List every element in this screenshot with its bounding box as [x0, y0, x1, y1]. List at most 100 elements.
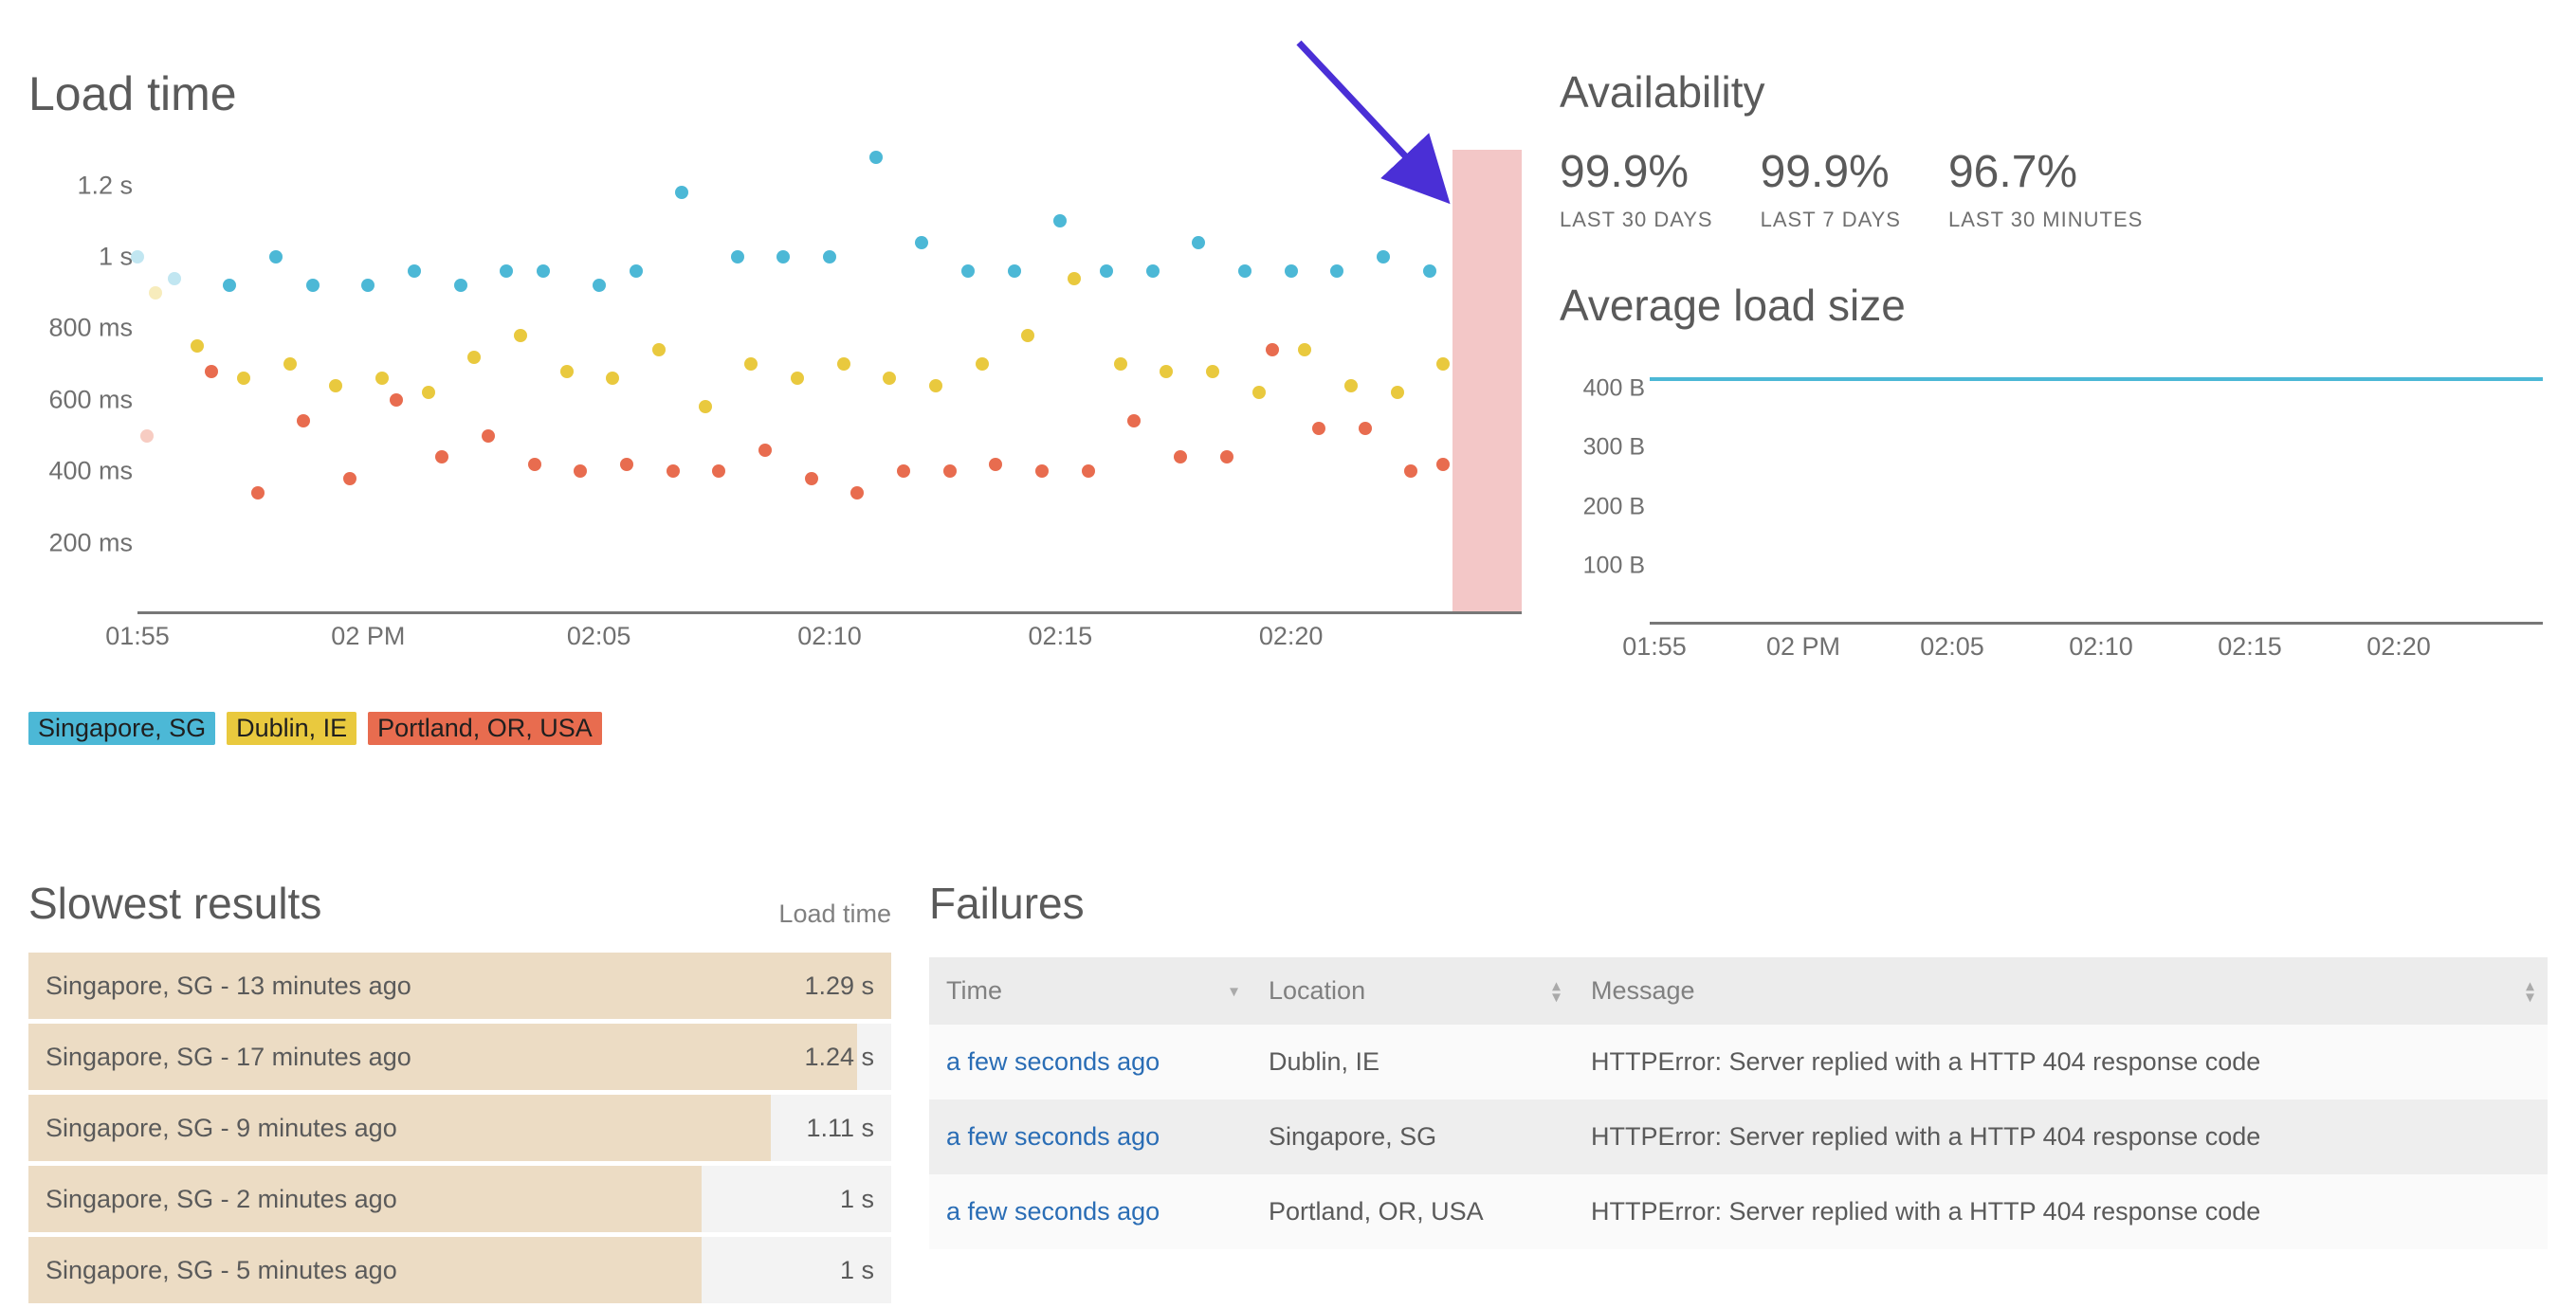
data-point-ie[interactable]: [837, 357, 850, 371]
data-point-ie[interactable]: [606, 372, 619, 385]
failure-row[interactable]: a few seconds agoSingapore, SGHTTPError:…: [929, 1099, 2548, 1174]
data-point-ie[interactable]: [560, 365, 574, 378]
data-point-ie[interactable]: [976, 357, 989, 371]
slowest-row[interactable]: Singapore, SG - 13 minutes ago1.29 s: [28, 953, 891, 1019]
failure-time-link[interactable]: a few seconds ago: [946, 1122, 1160, 1151]
data-point-us[interactable]: [528, 458, 541, 471]
data-point-ie[interactable]: [149, 286, 162, 300]
data-point-ie[interactable]: [791, 372, 804, 385]
data-point-us[interactable]: [897, 464, 910, 478]
data-point-ie[interactable]: [1252, 386, 1266, 399]
legend-dublin[interactable]: Dublin, IE: [227, 712, 356, 745]
failures-header-location[interactable]: Location ▴▾: [1251, 957, 1574, 1025]
data-point-ie[interactable]: [1206, 365, 1219, 378]
data-point-ie[interactable]: [1344, 379, 1358, 392]
data-point-ie[interactable]: [744, 357, 758, 371]
data-point-sg[interactable]: [915, 236, 928, 249]
data-point-us[interactable]: [1359, 422, 1372, 435]
data-point-ie[interactable]: [1114, 357, 1127, 371]
slowest-row[interactable]: Singapore, SG - 2 minutes ago1 s: [28, 1166, 891, 1232]
data-point-us[interactable]: [1174, 450, 1187, 463]
data-point-ie[interactable]: [1068, 272, 1081, 285]
data-point-us[interactable]: [850, 486, 864, 500]
data-point-us[interactable]: [1436, 458, 1450, 471]
data-point-us[interactable]: [758, 444, 772, 457]
data-point-us[interactable]: [343, 472, 356, 485]
slowest-row[interactable]: Singapore, SG - 9 minutes ago1.11 s: [28, 1095, 891, 1161]
data-point-sg[interactable]: [823, 250, 836, 263]
slowest-row[interactable]: Singapore, SG - 5 minutes ago1 s: [28, 1237, 891, 1303]
data-point-us[interactable]: [435, 450, 448, 463]
data-point-ie[interactable]: [422, 386, 435, 399]
data-point-us[interactable]: [205, 365, 218, 378]
data-point-ie[interactable]: [652, 343, 666, 356]
data-point-us[interactable]: [1127, 414, 1141, 427]
data-point-ie[interactable]: [1160, 365, 1173, 378]
data-point-ie[interactable]: [1436, 357, 1450, 371]
data-point-ie[interactable]: [1021, 329, 1034, 342]
data-point-sg[interactable]: [776, 250, 790, 263]
data-point-us[interactable]: [667, 464, 680, 478]
data-point-sg[interactable]: [869, 151, 883, 164]
data-point-us[interactable]: [620, 458, 633, 471]
data-point-us[interactable]: [251, 486, 265, 500]
avg-load-size-chart[interactable]: 400 B300 B200 B100 B: [1555, 359, 2548, 625]
data-point-us[interactable]: [574, 464, 587, 478]
data-point-sg[interactable]: [1192, 236, 1205, 249]
data-point-sg[interactable]: [269, 250, 283, 263]
data-point-sg[interactable]: [1008, 264, 1021, 278]
load-time-chart[interactable]: 1.2 s1 s800 ms600 ms400 ms200 ms: [28, 150, 1522, 614]
data-point-us[interactable]: [1082, 464, 1095, 478]
data-point-ie[interactable]: [514, 329, 527, 342]
data-point-sg[interactable]: [731, 250, 744, 263]
failure-row[interactable]: a few seconds agoDublin, IEHTTPError: Se…: [929, 1025, 2548, 1099]
data-point-us[interactable]: [1035, 464, 1049, 478]
data-point-ie[interactable]: [283, 357, 297, 371]
data-point-ie[interactable]: [237, 372, 250, 385]
slowest-row[interactable]: Singapore, SG - 17 minutes ago1.24 s: [28, 1024, 891, 1090]
data-point-sg[interactable]: [168, 272, 181, 285]
data-point-sg[interactable]: [408, 264, 421, 278]
data-point-sg[interactable]: [961, 264, 975, 278]
data-point-ie[interactable]: [699, 400, 712, 413]
data-point-ie[interactable]: [375, 372, 389, 385]
data-point-us[interactable]: [1266, 343, 1279, 356]
data-point-sg[interactable]: [593, 279, 606, 292]
data-point-sg[interactable]: [1238, 264, 1251, 278]
data-point-us[interactable]: [482, 429, 495, 443]
data-point-us[interactable]: [989, 458, 1002, 471]
data-point-sg[interactable]: [1100, 264, 1113, 278]
data-point-sg[interactable]: [500, 264, 513, 278]
data-point-sg[interactable]: [306, 279, 320, 292]
failure-time-link[interactable]: a few seconds ago: [946, 1197, 1160, 1226]
data-point-sg[interactable]: [1285, 264, 1298, 278]
data-point-us[interactable]: [1404, 464, 1417, 478]
data-point-ie[interactable]: [929, 379, 942, 392]
data-point-us[interactable]: [712, 464, 725, 478]
data-point-us[interactable]: [297, 414, 310, 427]
data-point-sg[interactable]: [131, 250, 144, 263]
data-point-ie[interactable]: [883, 372, 896, 385]
data-point-sg[interactable]: [675, 186, 688, 199]
data-point-sg[interactable]: [1053, 214, 1067, 227]
data-point-sg[interactable]: [223, 279, 236, 292]
data-point-sg[interactable]: [454, 279, 467, 292]
failures-header-message[interactable]: Message ▴▾: [1574, 957, 2548, 1025]
data-point-us[interactable]: [140, 429, 154, 443]
failures-header-time[interactable]: Time ▾: [929, 957, 1251, 1025]
data-point-ie[interactable]: [1298, 343, 1311, 356]
data-point-sg[interactable]: [1146, 264, 1160, 278]
data-point-sg[interactable]: [1330, 264, 1343, 278]
data-point-us[interactable]: [805, 472, 818, 485]
data-point-sg[interactable]: [1377, 250, 1390, 263]
data-point-sg[interactable]: [1423, 264, 1436, 278]
data-point-ie[interactable]: [329, 379, 342, 392]
legend-portland[interactable]: Portland, OR, USA: [368, 712, 602, 745]
data-point-sg[interactable]: [630, 264, 643, 278]
failure-row[interactable]: a few seconds agoPortland, OR, USAHTTPEr…: [929, 1174, 2548, 1249]
data-point-ie[interactable]: [191, 339, 204, 353]
failure-time-link[interactable]: a few seconds ago: [946, 1047, 1160, 1076]
data-point-sg[interactable]: [537, 264, 550, 278]
data-point-us[interactable]: [1220, 450, 1233, 463]
data-point-sg[interactable]: [361, 279, 375, 292]
